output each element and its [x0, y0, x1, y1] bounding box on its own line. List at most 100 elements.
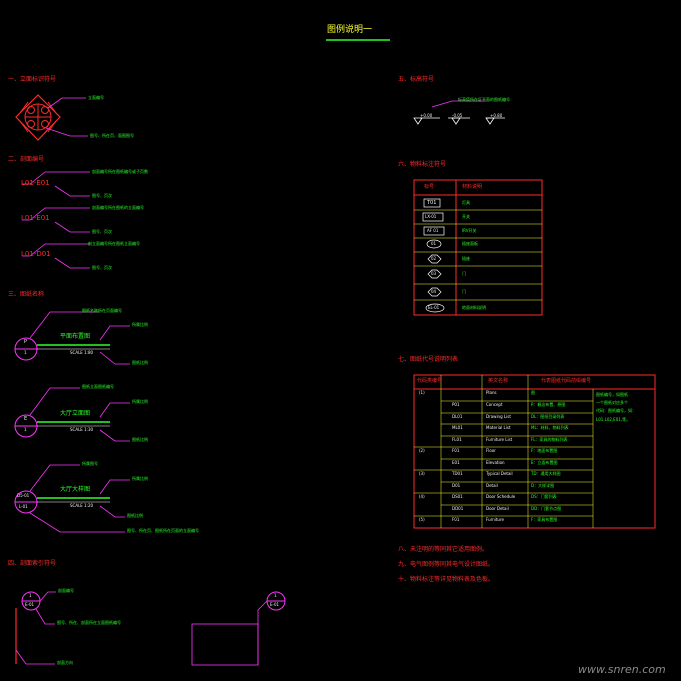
sec1-heading: 一、立面标识符号	[8, 76, 57, 83]
material-code-7: 04	[431, 289, 437, 294]
code-row-cn: TD：通用大样图	[531, 471, 561, 476]
code-row-cn: ML：材料、物料列表	[531, 425, 569, 430]
code-row-cn: DL：图纸目录列表	[531, 414, 565, 419]
level-mark-2: -0.05	[452, 113, 463, 118]
watermark: www.snren.com	[578, 663, 666, 676]
page-title: 图例说明一	[327, 25, 373, 35]
elevation-leaders	[45, 97, 88, 137]
code-row-code: F01	[452, 448, 460, 453]
sec2-code-3: L01-D01	[21, 250, 51, 258]
code-row-cn: F：家具布置图	[531, 517, 558, 522]
material-code-4: 01	[431, 241, 437, 246]
code-col-3: 代表图纸代码前缀编号	[541, 378, 592, 384]
material-desc-6: 门	[462, 271, 466, 276]
level-mark-3: +0.80	[490, 113, 503, 118]
drawing-note-2b: 所属比例	[132, 399, 148, 404]
code-row-grp: (2)	[419, 448, 425, 453]
code-row-code: FL01	[452, 437, 462, 442]
sec7-heading: 七、图纸代号说明列表	[398, 356, 459, 363]
code-row-en: Floor	[486, 448, 496, 453]
code-side-note-2: 一个图纸对应多个	[596, 400, 628, 405]
drawing-note-3c: 图纸比例	[127, 513, 143, 518]
material-desc-5: 插座	[462, 256, 470, 261]
sec5-heading: 五、标高符号	[398, 76, 435, 83]
drawing-code-1: P	[24, 339, 28, 345]
code-row-cn: D：大样详图	[531, 483, 555, 488]
material-desc-3: IRV开关	[462, 228, 477, 233]
drawing-note-1a: 图纸名称所在页面编号	[82, 308, 122, 313]
code-col-2: 英文名称	[488, 378, 509, 384]
cad-drawing	[14, 39, 656, 666]
code-row-grp: (1)	[419, 390, 425, 395]
sec1-label-1: 立面编号	[88, 95, 104, 100]
code-row-cn: DD：门套节点图	[531, 506, 562, 511]
code-row-grp: (5)	[419, 517, 425, 522]
drawing-num-1: 1	[24, 350, 27, 355]
drawing-note-1b: 所属比例	[132, 322, 148, 327]
drawing-note-3d: 图号、所在页、图纸所在页面的立面编号	[127, 528, 199, 533]
code-row-cn: DS：门套列表	[531, 494, 557, 499]
material-desc-4: 插座面板	[462, 241, 478, 246]
material-code-6: 03	[431, 271, 437, 276]
drawing-name-symbols	[14, 311, 130, 533]
material-code-2: LX-01	[425, 214, 437, 219]
drawing-note-2a: 图纸立面图纸编号	[82, 384, 114, 389]
code-row-code: E01	[452, 460, 460, 465]
sec2-label-3: 剖面编号所在图纸的立面编号	[92, 205, 144, 210]
sec4-label-2: 图号、所在、剖面所在立面图纸编号	[57, 620, 121, 625]
sec2-label-2: 图号、页次	[92, 193, 112, 198]
code-row-cn: 图	[531, 390, 535, 395]
sec6-heading: 六、物料标注符号	[398, 161, 447, 168]
sec4-label-3: 剖面方向	[57, 660, 73, 665]
sec2-label-5: 剖立面编号所在图纸立面编号	[88, 241, 140, 246]
sec2-code-2: L01-E01	[21, 214, 50, 222]
code-row-en: Furniture	[486, 517, 504, 522]
sec4-tag-top: 1	[29, 593, 32, 598]
code-row-en: Door Detail	[486, 506, 509, 511]
drawing-num-2: 1	[24, 427, 27, 432]
code-row-code: P01	[452, 402, 460, 407]
level-mark-1: +0.00	[420, 113, 433, 118]
material-desc-7: 门	[462, 289, 466, 294]
drawing-scale-2: SCALE 1:30	[70, 427, 94, 432]
code-row-code: D01	[452, 483, 461, 488]
sec2-label-1: 剖面编号所在图纸编号或子页数	[92, 169, 148, 174]
sec4-tag2-top: 1	[274, 593, 277, 598]
material-desc-8: 地面材料说明	[462, 305, 486, 310]
drawing-scale-3: SCALE 1:20	[70, 503, 94, 508]
elevation-symbol	[15, 94, 61, 141]
sec2-label-6: 图号、页次	[92, 265, 112, 270]
note-1: 八、未注明的等同其它适用图例。	[398, 546, 489, 553]
drawing-note-3b: 所属比例	[132, 476, 148, 481]
material-code-8: EL-01	[428, 305, 440, 310]
code-col-1: 代码类编号	[417, 378, 443, 384]
code-row-en: Furniture List	[486, 437, 513, 442]
drawing-scale-1: SCALE 1:80	[70, 350, 94, 355]
drawing-note-2c: 图纸比例	[132, 437, 148, 442]
sec1-label-2: 图号、所在页、面图图号	[90, 133, 134, 138]
sec2-code-1: L01-E01	[21, 179, 50, 187]
code-row-cn: FL：家具的物料列表	[531, 437, 568, 442]
material-desc-2: 开关	[462, 214, 470, 219]
sec4-tag2-bottom: E-01	[270, 602, 280, 607]
code-row-en: Typical Detail	[486, 471, 513, 476]
code-row-code: TD01	[452, 471, 463, 476]
drawing-note-3a: 所属图号	[82, 461, 98, 466]
drawing-num-3: L-01	[19, 504, 28, 509]
material-code-5: 02	[431, 256, 437, 261]
drawing-code-2: E	[24, 416, 28, 422]
material-code-1: T01	[427, 200, 437, 206]
material-desc-1: 灯具	[462, 200, 470, 205]
code-row-code: ML01	[452, 425, 463, 430]
note-2: 九、电气图例等同其电气设计图纸。	[398, 561, 495, 568]
drawing-name-3: 大厅大样图	[60, 486, 91, 493]
drawing-note-1c: 图纸比例	[132, 360, 148, 365]
code-row-cn: P：概念布置、原图	[531, 402, 566, 407]
drawing-name-2: 大厅立面图	[60, 410, 91, 417]
code-row-en: Concept	[486, 402, 503, 407]
code-row-code: F01	[452, 517, 460, 522]
sec2-label-4: 图号、页次	[92, 229, 112, 234]
level-note: 标高值所在区平面的图纸编号	[458, 97, 510, 102]
note-3: 十、物料标注等详见物料表及色板。	[398, 576, 495, 583]
code-row-code: DL01	[452, 414, 463, 419]
